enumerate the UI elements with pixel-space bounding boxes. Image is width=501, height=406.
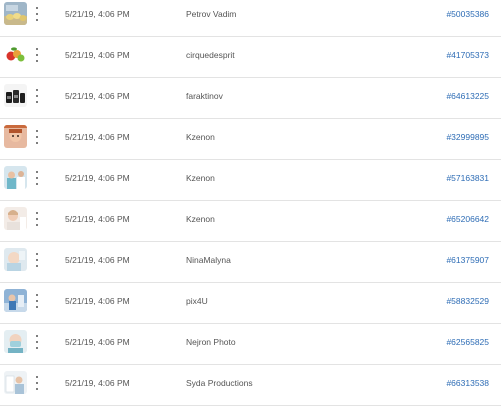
list-item[interactable]: 5/21/19, 4:06 PM Kzenon #65206642 (0, 201, 501, 242)
more-options-button[interactable] (33, 334, 41, 350)
doctor-patient-thumbnail[interactable] (4, 207, 27, 230)
asset-id-link[interactable]: #32999895 (446, 132, 489, 142)
list-item[interactable]: 5/21/19, 4:06 PM Nejron Photo #62565825 (0, 324, 501, 365)
more-options-button[interactable] (33, 293, 41, 309)
list-item[interactable]: 5/21/19, 4:06 PM Kzenon #32999895 (0, 119, 501, 160)
author-name: faraktinov (186, 91, 223, 101)
more-options-button[interactable] (33, 252, 41, 268)
woman-portrait-thumbnail[interactable] (4, 125, 27, 148)
author-name: pix4U (186, 296, 208, 306)
medical-exam-thumbnail[interactable] (4, 371, 27, 394)
date-label: 5/21/19, 4:06 PM (65, 91, 130, 101)
more-options-button[interactable] (33, 170, 41, 186)
fruit-thumbnail[interactable] (4, 43, 27, 66)
asset-id-link[interactable]: #61375907 (446, 255, 489, 265)
list-item[interactable]: 5/21/19, 4:06 PM faraktinov #64613225 (0, 78, 501, 119)
asset-id-link[interactable]: #50035386 (446, 9, 489, 19)
surgeon-mask-thumbnail[interactable] (4, 330, 27, 353)
date-label: 5/21/19, 4:06 PM (65, 337, 130, 347)
author-name: Kzenon (186, 214, 215, 224)
more-options-button[interactable] (33, 211, 41, 227)
list-item[interactable]: 5/21/19, 4:06 PM NinaMalyna #61375907 (0, 242, 501, 283)
author-name: Nejron Photo (186, 337, 236, 347)
author-name: Petrov Vadim (186, 9, 237, 19)
author-name: Kzenon (186, 132, 215, 142)
hospital-scene-thumbnail[interactable] (4, 289, 27, 312)
supplement-bottles-thumbnail[interactable] (4, 84, 27, 107)
date-label: 5/21/19, 4:06 PM (65, 378, 130, 388)
author-name: cirquedesprit (186, 50, 235, 60)
date-label: 5/21/19, 4:06 PM (65, 255, 130, 265)
author-name: Syda Productions (186, 378, 253, 388)
more-options-button[interactable] (33, 47, 41, 63)
list-item[interactable]: 5/21/19, 4:06 PM Syda Productions #66313… (0, 365, 501, 406)
date-label: 5/21/19, 4:06 PM (65, 214, 130, 224)
list-item[interactable]: 5/21/19, 4:06 PM Petrov Vadim #50035386 (0, 0, 501, 37)
list-item[interactable]: 5/21/19, 4:06 PM Kzenon #57163831 (0, 160, 501, 201)
asset-id-link[interactable]: #41705373 (446, 50, 489, 60)
more-options-button[interactable] (33, 129, 41, 145)
more-options-button[interactable] (33, 88, 41, 104)
list-item[interactable]: 5/21/19, 4:06 PM pix4U #58832529 (0, 283, 501, 324)
list-item[interactable]: 5/21/19, 4:06 PM cirquedesprit #41705373 (0, 37, 501, 78)
date-label: 5/21/19, 4:06 PM (65, 296, 130, 306)
more-options-button[interactable] (33, 375, 41, 391)
medical-staff-thumbnail[interactable] (4, 166, 27, 189)
author-name: NinaMalyna (186, 255, 231, 265)
date-label: 5/21/19, 4:06 PM (65, 9, 130, 19)
asset-id-link[interactable]: #66313538 (446, 378, 489, 388)
asset-id-link[interactable]: #57163831 (446, 173, 489, 183)
yellow-flowers-thumbnail[interactable] (4, 2, 27, 25)
history-list: 5/21/19, 4:06 PM Petrov Vadim #50035386 … (0, 0, 501, 406)
date-label: 5/21/19, 4:06 PM (65, 173, 130, 183)
asset-id-link[interactable]: #58832529 (446, 296, 489, 306)
more-options-button[interactable] (33, 6, 41, 22)
date-label: 5/21/19, 4:06 PM (65, 132, 130, 142)
dental-care-thumbnail[interactable] (4, 248, 27, 271)
asset-id-link[interactable]: #65206642 (446, 214, 489, 224)
date-label: 5/21/19, 4:06 PM (65, 50, 130, 60)
asset-id-link[interactable]: #64613225 (446, 91, 489, 101)
author-name: Kzenon (186, 173, 215, 183)
asset-id-link[interactable]: #62565825 (446, 337, 489, 347)
